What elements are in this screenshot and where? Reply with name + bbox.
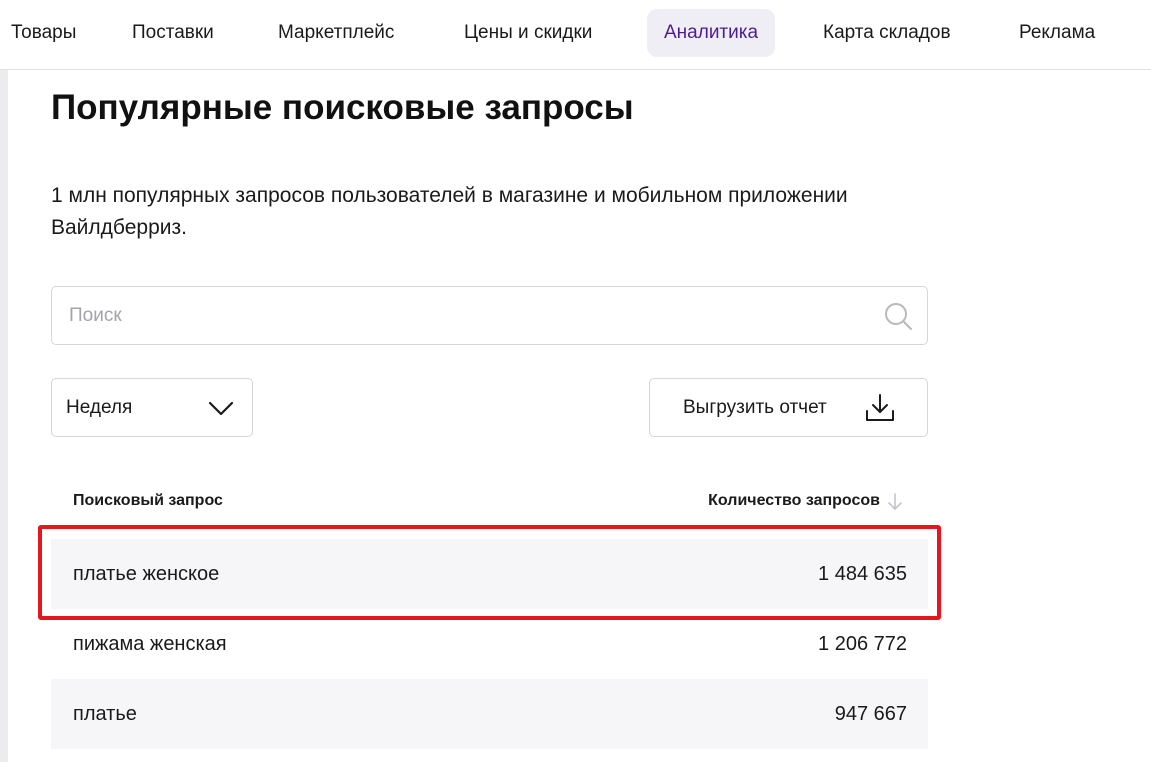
- download-icon: [864, 392, 896, 424]
- tab-advertising[interactable]: Реклама: [1019, 9, 1095, 57]
- row-query: платье женское: [73, 563, 220, 585]
- top-navigation: Товары Поставки Маркетплейс Цены и скидк…: [0, 0, 1151, 70]
- row-count: 947 667: [834, 703, 907, 725]
- table-row[interactable]: платье женское 1 484 635: [51, 539, 928, 609]
- row-query: пижама женская: [73, 633, 227, 655]
- export-report-label: Выгрузить отчет: [683, 397, 827, 418]
- column-header-count[interactable]: Количество запросов: [708, 492, 880, 510]
- arrow-down-icon[interactable]: [886, 492, 904, 512]
- tab-warehouse-map[interactable]: Карта складов: [823, 9, 951, 57]
- row-query: платье: [73, 703, 137, 725]
- search-input[interactable]: [52, 287, 872, 344]
- tab-prices-discounts[interactable]: Цены и скидки: [464, 9, 592, 57]
- tab-supplies[interactable]: Поставки: [132, 9, 214, 57]
- page-title: Популярные поисковые запросы: [51, 88, 634, 127]
- period-select[interactable]: Неделя: [51, 378, 253, 437]
- search-icon[interactable]: [883, 301, 913, 331]
- tab-analytics[interactable]: Аналитика: [647, 9, 776, 57]
- table-row[interactable]: платье 947 667: [51, 679, 928, 749]
- table-row[interactable]: пижама женская 1 206 772: [51, 609, 928, 679]
- period-select-value: Неделя: [66, 397, 133, 418]
- search-box: [51, 286, 928, 345]
- page-description: 1 млн популярных запросов пользователей …: [51, 184, 848, 239]
- chevron-down-icon: [208, 397, 234, 419]
- export-report-button[interactable]: Выгрузить отчет: [649, 378, 928, 437]
- row-count: 1 206 772: [818, 633, 907, 655]
- tab-marketplace[interactable]: Маркетплейс: [278, 9, 394, 57]
- row-count: 1 484 635: [818, 563, 907, 585]
- column-header-query: Поисковый запрос: [73, 492, 223, 509]
- tab-products[interactable]: Товары: [11, 9, 76, 57]
- left-sidebar-edge: [0, 70, 8, 762]
